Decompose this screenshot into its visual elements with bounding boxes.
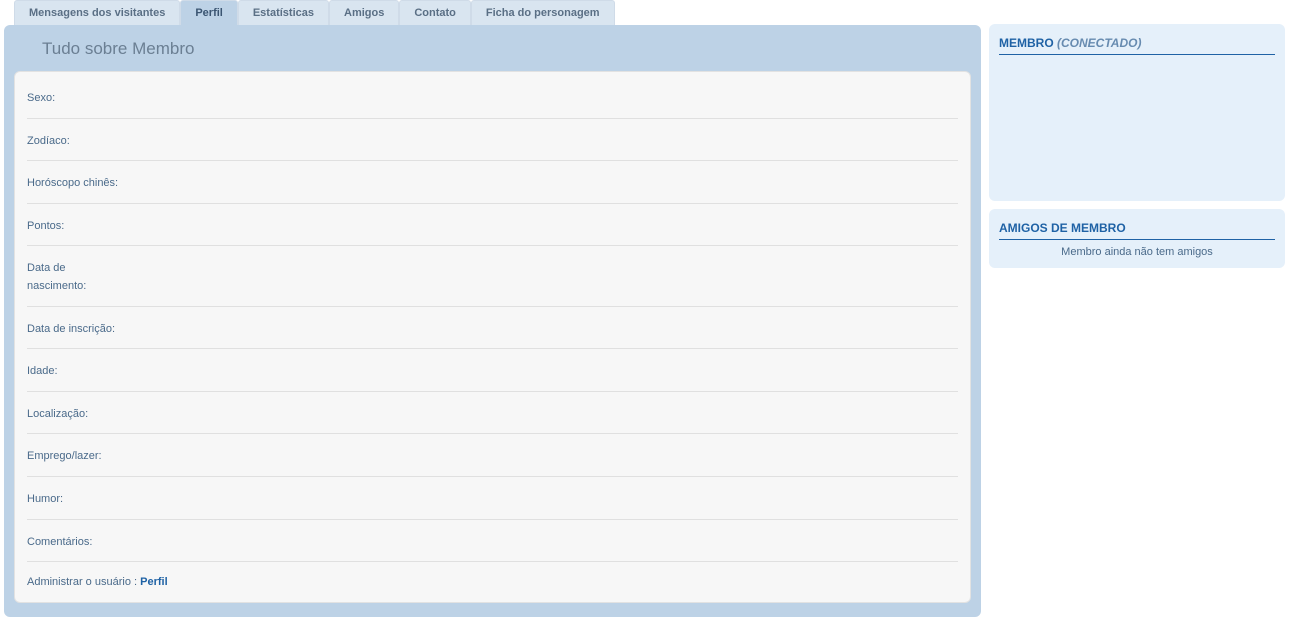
label-localizacao: Localização: (27, 406, 88, 424)
member-module-header: MEMBRO (CONECTADO) (999, 36, 1275, 55)
field-inscricao: Data de inscrição: (27, 307, 958, 350)
field-nascimento: Data de nascimento: (27, 246, 958, 306)
field-horoscopo-chines: Horóscopo chinês: (27, 161, 958, 204)
tab-messages[interactable]: Mensagens dos visitantes (14, 0, 180, 25)
friends-title: AMIGOS DE MEMBRO (999, 221, 1126, 235)
friends-empty-message: Membro ainda não tem amigos (999, 246, 1275, 258)
tab-contact[interactable]: Contato (399, 0, 471, 25)
field-pontos: Pontos: (27, 204, 958, 247)
label-idade: Idade: (27, 363, 58, 381)
admin-profile-link[interactable]: Perfil (140, 576, 168, 588)
label-nascimento: Data de nascimento: (27, 260, 127, 295)
field-comentarios: Comentários: (27, 520, 958, 563)
label-emprego: Emprego/lazer: (27, 448, 102, 466)
label-zodiaco: Zodíaco: (27, 133, 70, 151)
profile-tabs: Mensagens dos visitantes Perfil Estatíst… (4, 0, 981, 25)
tab-friends[interactable]: Amigos (329, 0, 399, 25)
tab-character-sheet[interactable]: Ficha do personagem (471, 0, 615, 25)
member-title: MEMBRO (999, 36, 1057, 50)
label-pontos: Pontos: (27, 218, 64, 236)
field-localizacao: Localização: (27, 392, 958, 435)
member-module: MEMBRO (CONECTADO) (989, 24, 1285, 201)
member-status: (CONECTADO) (1057, 36, 1141, 50)
admin-prefix: Administrar o usuário : (27, 576, 140, 588)
field-sexo: Sexo: (27, 76, 958, 119)
field-emprego: Emprego/lazer: (27, 434, 958, 477)
label-sexo: Sexo: (27, 90, 55, 108)
friends-module: AMIGOS DE MEMBRO Membro ainda não tem am… (989, 209, 1285, 268)
panel-title: Tudo sobre Membro (42, 39, 971, 59)
tab-profile[interactable]: Perfil (180, 0, 238, 25)
label-inscricao: Data de inscrição: (27, 321, 115, 339)
profile-sheet: Sexo: Zodíaco: Horóscopo chinês: Pontos:… (14, 71, 971, 603)
admin-line: Administrar o usuário : Perfil (27, 562, 958, 588)
member-module-body (999, 61, 1275, 191)
field-humor: Humor: (27, 477, 958, 520)
label-horoscopo-chines: Horóscopo chinês: (27, 175, 118, 193)
friends-module-header: AMIGOS DE MEMBRO (999, 221, 1275, 240)
tab-stats[interactable]: Estatísticas (238, 0, 329, 25)
profile-panel: Tudo sobre Membro Sexo: Zodíaco: Horósco… (4, 25, 981, 617)
label-comentarios: Comentários: (27, 534, 92, 552)
field-idade: Idade: (27, 349, 958, 392)
label-humor: Humor: (27, 491, 63, 509)
field-zodiaco: Zodíaco: (27, 119, 958, 162)
